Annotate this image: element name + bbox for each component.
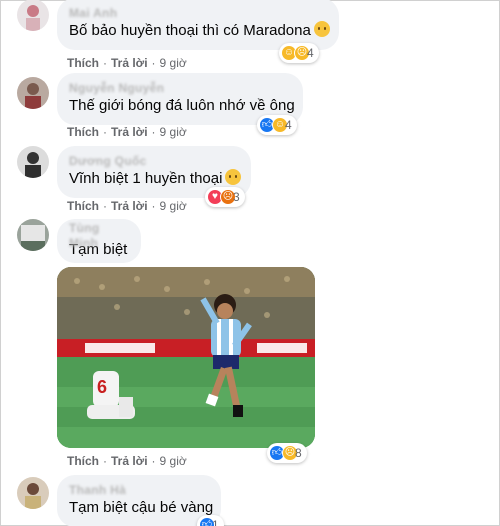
comment-author[interactable]: Thanh Hà: [69, 483, 209, 498]
avatar-image: [17, 77, 49, 109]
avatar-image: [17, 0, 49, 31]
avatar[interactable]: [17, 77, 49, 109]
comment-time[interactable]: 9 giờ: [160, 454, 187, 468]
avatar[interactable]: [17, 219, 49, 251]
comment-text: Vĩnh biệt 1 huyền thoại: [69, 169, 242, 189]
like-link[interactable]: Thích: [67, 454, 99, 468]
sad-emoji-icon: [313, 21, 330, 37]
reaction-count: 4: [307, 46, 314, 60]
separator: ·: [151, 125, 156, 139]
reaction-count: 8: [295, 446, 302, 460]
reaction-summary[interactable]: 👍︎ 1: [197, 515, 224, 526]
avatar-image: [17, 146, 49, 178]
separator: ·: [103, 454, 107, 468]
svg-text:6: 6: [97, 377, 107, 397]
avatar[interactable]: [17, 146, 49, 178]
reaction-count: 1: [212, 518, 219, 526]
avatar[interactable]: [17, 477, 49, 509]
comment-bubble: Thanh Hà Tạm biệt cậu bé vàng: [57, 475, 221, 526]
separator: ·: [103, 125, 107, 139]
comment-text: Tạm biệt cậu bé vàng: [69, 499, 214, 516]
comment-actions: Thích · Trả lời · 9 giờ: [67, 125, 187, 139]
separator: ·: [151, 454, 156, 468]
comment-actions: Thích · Trả lời · 9 giờ: [67, 454, 187, 468]
separator: ·: [151, 199, 156, 213]
separator: ·: [151, 56, 156, 70]
comment-time[interactable]: 9 giờ: [160, 125, 187, 139]
reply-link[interactable]: Trả lời: [111, 454, 148, 468]
like-link[interactable]: Thích: [67, 56, 99, 70]
avatar[interactable]: [17, 0, 49, 31]
reply-link[interactable]: Trả lời: [111, 56, 148, 70]
comment-author[interactable]: Mai Anh: [69, 6, 327, 21]
reaction-summary[interactable]: ☺ ☹ 4: [279, 43, 319, 63]
avatar-image: [17, 219, 49, 251]
comment-time[interactable]: 9 giờ: [160, 199, 187, 213]
comment-photo[interactable]: 6: [57, 267, 315, 448]
sad-emoji-icon: [225, 169, 242, 185]
reaction-summary[interactable]: 👍︎ ☺ 4: [257, 115, 297, 135]
like-link[interactable]: Thích: [67, 125, 99, 139]
comment-bubble: Tùng Minh Tạm biệt: [57, 219, 141, 263]
comment-actions: Thích · Trả lời · 9 giờ: [67, 199, 187, 213]
comment-text-content: Bố bảo huyền thoại thì có Maradona: [69, 22, 311, 39]
like-link[interactable]: Thích: [67, 199, 99, 213]
comment-text-content: Vĩnh biệt 1 huyền thoại: [69, 170, 223, 187]
comment-author[interactable]: Dương Quốc: [69, 154, 239, 169]
reply-link[interactable]: Trả lời: [111, 199, 148, 213]
reaction-summary[interactable]: 👍︎ ☹ 8: [267, 443, 307, 463]
comment-author[interactable]: Nguyễn Nguyễn: [69, 81, 291, 96]
comment-text: Bố bảo huyền thoại thì có Maradona: [69, 21, 330, 41]
reaction-count: 4: [285, 118, 292, 132]
reaction-count: 3: [233, 190, 240, 204]
separator: ·: [103, 56, 107, 70]
comment-text: Thế giới bóng đá luôn nhớ về ông: [69, 97, 295, 114]
comment-actions: Thích · Trả lời · 9 giờ: [67, 56, 187, 70]
reply-link[interactable]: Trả lời: [111, 125, 148, 139]
comment-author[interactable]: Tùng Minh: [69, 221, 129, 250]
football-photo: 6: [57, 267, 315, 448]
comment-time[interactable]: 9 giờ: [160, 56, 187, 70]
separator: ·: [103, 199, 107, 213]
avatar-image: [17, 477, 49, 509]
reaction-summary[interactable]: ♥ ☹ 3: [205, 187, 245, 207]
